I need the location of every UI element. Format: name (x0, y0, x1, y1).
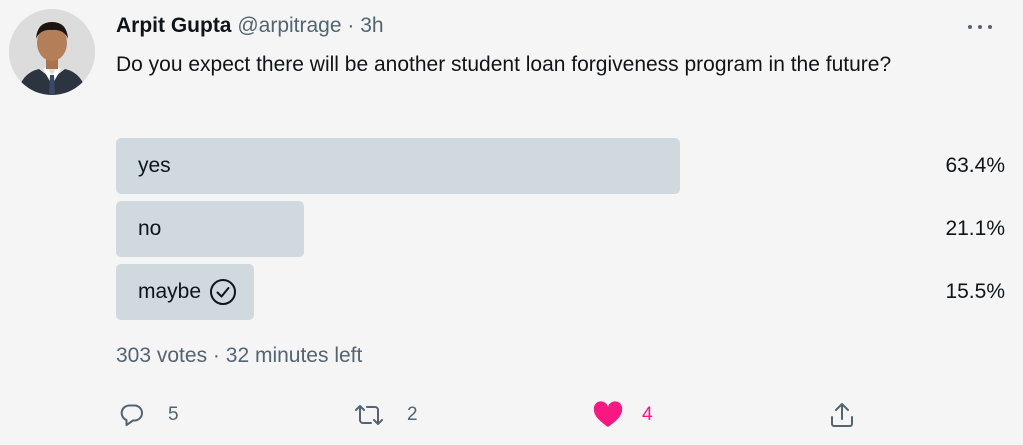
poll-option-percent: 15.5% (945, 280, 1005, 303)
poll-meta: 303 votes · 32 minutes left (116, 344, 362, 368)
retweet-icon (355, 405, 383, 425)
poll-option-no[interactable]: no 21.1% (116, 201, 1005, 257)
poll: yes 63.4% no 21.1% maybe 15.5% (116, 138, 1005, 327)
retweet-button[interactable]: 2 (353, 395, 418, 435)
poll-option-label: yes (138, 154, 171, 177)
poll-votes: 303 votes (116, 344, 208, 367)
tweet-text: Do you expect there will be another stud… (116, 53, 892, 76)
poll-option-label: no (138, 217, 162, 240)
author-handle[interactable]: @arpitrage (237, 14, 341, 37)
avatar[interactable] (9, 9, 95, 95)
poll-option-maybe[interactable]: maybe 15.5% (116, 264, 1005, 320)
poll-time-left: 32 minutes left (225, 344, 363, 367)
poll-option-percent: 21.1% (945, 217, 1005, 240)
poll-option-yes[interactable]: yes 63.4% (116, 138, 1005, 194)
author-name[interactable]: Arpit Gupta (116, 14, 232, 37)
more-options-icon[interactable] (965, 14, 995, 38)
tweet-header: Arpit Gupta @arpitrage · 3h (116, 12, 384, 40)
poll-bar (116, 138, 680, 194)
poll-option-label: maybe (138, 280, 202, 303)
reply-icon (120, 404, 143, 426)
like-count: 4 (642, 404, 653, 425)
poll-meta-separator: · (212, 344, 220, 367)
tweet-actions: 5 2 4 (116, 395, 876, 435)
heart-icon (593, 401, 623, 427)
share-button[interactable] (828, 395, 856, 435)
retweet-count: 2 (407, 404, 418, 425)
profile-photo (9, 9, 95, 95)
poll-option-percent: 63.4% (945, 154, 1005, 177)
like-button[interactable]: 4 (592, 395, 653, 435)
header-separator: · (347, 14, 355, 37)
reply-count: 5 (168, 404, 179, 425)
tweet-time[interactable]: 3h (360, 14, 383, 37)
check-circle-icon (210, 279, 237, 305)
reply-button[interactable]: 5 (118, 395, 179, 435)
share-icon (831, 403, 853, 427)
